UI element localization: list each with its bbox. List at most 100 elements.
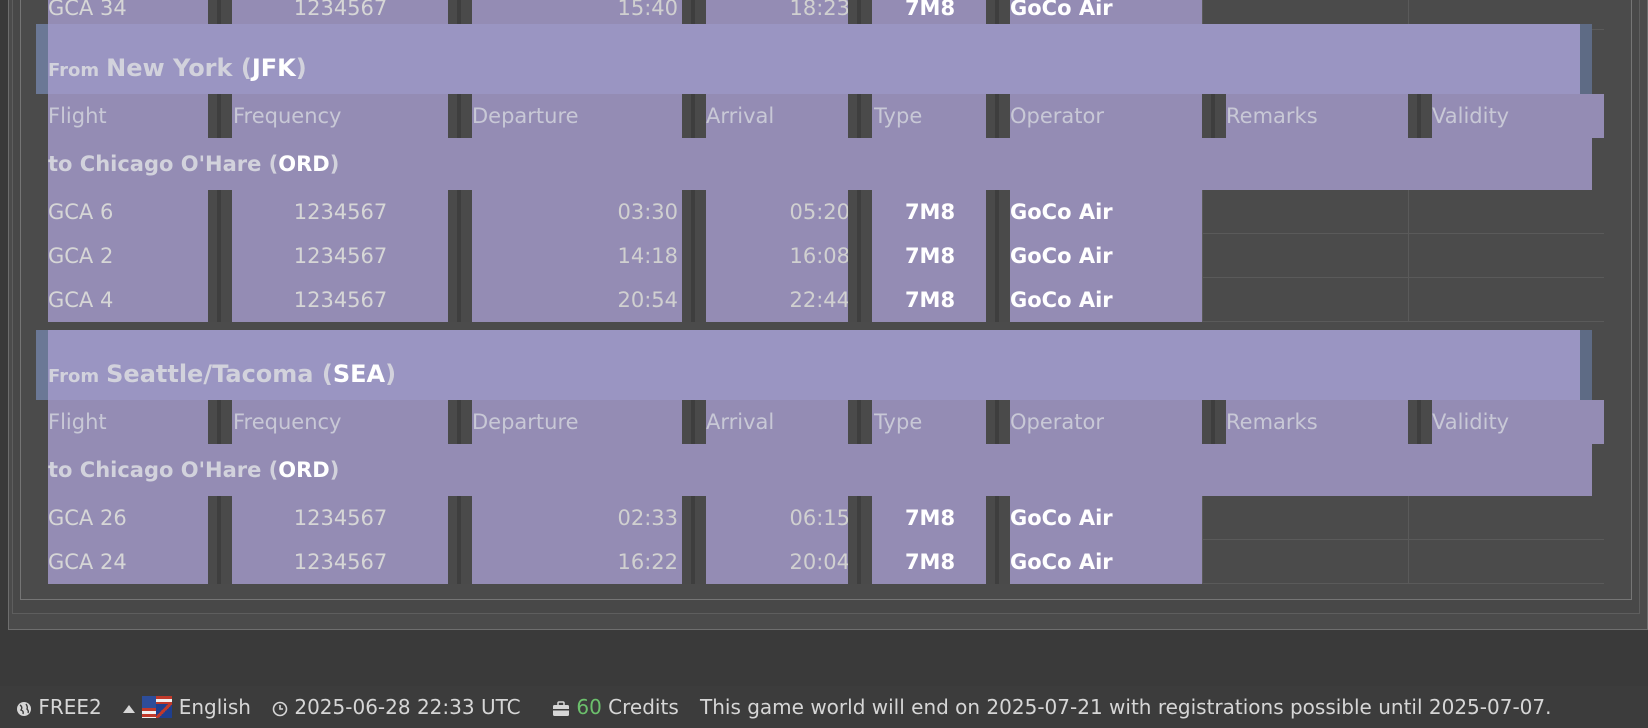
column-separator xyxy=(986,190,1010,234)
table-row[interactable]: GCA 2 1234567 14:18 16:08 7M8 GoCo Air xyxy=(48,234,1604,278)
briefcase-icon xyxy=(553,700,569,716)
column-separator[interactable] xyxy=(1202,400,1226,444)
frequency-cell: 1234567 xyxy=(293,200,388,224)
column-separator xyxy=(986,278,1010,322)
table-row[interactable]: GCA 4 1234567 20:54 22:44 7M8 GoCo Air xyxy=(48,278,1604,322)
language-selector[interactable]: English xyxy=(122,686,251,728)
column-separator[interactable] xyxy=(1202,94,1226,138)
frequency-cell: 1234567 xyxy=(293,244,388,268)
remarks-cell xyxy=(1202,234,1408,278)
column-separator[interactable] xyxy=(986,400,1010,444)
operator-cell: GoCo Air xyxy=(1010,550,1113,574)
column-header-flight[interactable]: Flight xyxy=(48,94,208,138)
column-separator[interactable] xyxy=(448,400,472,444)
column-header-remarks[interactable]: Remarks xyxy=(1226,400,1426,444)
operator-cell: GoCo Air xyxy=(1010,506,1113,530)
column-separator xyxy=(448,496,472,540)
departure-cell: 02:33 xyxy=(617,506,678,530)
flight-cell: GCA 4 xyxy=(48,288,114,312)
origin-header: From Seattle/Tacoma (SEA) xyxy=(48,330,1580,400)
clock-icon xyxy=(272,701,288,716)
column-separator xyxy=(986,234,1010,278)
status-bar: FREE2 English 2025-06-28 22:33 UTC 60 Cr… xyxy=(0,686,1648,728)
column-separator xyxy=(208,540,232,584)
validity-cell xyxy=(1408,234,1604,278)
column-separator xyxy=(448,540,472,584)
column-separator[interactable] xyxy=(448,94,472,138)
us-uk-flag-icon xyxy=(142,695,173,718)
language-label: English xyxy=(178,695,251,719)
credits-display[interactable]: 60 Credits xyxy=(552,686,679,728)
table-row[interactable]: GCA 24 1234567 16:22 20:04 7M8 GoCo Air xyxy=(48,540,1604,584)
arrival-cell: 22:44 xyxy=(789,288,850,312)
column-separator xyxy=(848,278,872,322)
column-header-validity[interactable]: Validity xyxy=(1432,400,1604,444)
table-row[interactable]: GCA 6 1234567 03:30 05:20 7M8 GoCo Air xyxy=(48,190,1604,234)
column-header-row: Flight Frequency Departure Arrival Type … xyxy=(48,94,1604,138)
column-separator xyxy=(448,234,472,278)
column-header-flight[interactable]: Flight xyxy=(48,400,208,444)
datetime-label: 2025-06-28 22:33 UTC xyxy=(294,695,521,719)
operator-cell: GoCo Air xyxy=(1010,200,1113,224)
column-separator xyxy=(682,496,706,540)
column-header-validity[interactable]: Validity xyxy=(1432,94,1604,138)
column-separator xyxy=(986,540,1010,584)
paren-close: ) xyxy=(295,54,307,82)
group-edge xyxy=(36,330,48,400)
column-header-frequency[interactable]: Frequency xyxy=(233,400,448,444)
destination-prefix: to xyxy=(48,152,73,176)
column-header-type[interactable]: Type xyxy=(874,400,986,444)
column-separator[interactable] xyxy=(1408,400,1432,444)
origin-city: New York xyxy=(106,54,233,82)
column-header-departure[interactable]: Departure xyxy=(472,94,682,138)
column-separator xyxy=(848,496,872,540)
column-separator xyxy=(848,540,872,584)
destination-title: to Chicago O'Hare (ORD) xyxy=(48,458,340,482)
validity-cell xyxy=(1408,190,1604,234)
destination-prefix: to xyxy=(48,458,73,482)
frequency-cell: 1234567 xyxy=(293,550,388,574)
app-window: GCA 34 1234567 15:40 18:23 7M8 GoCo Air … xyxy=(0,0,1648,728)
column-separator[interactable] xyxy=(682,94,706,138)
remarks-cell xyxy=(1202,278,1408,322)
frequency-cell: 1234567 xyxy=(293,288,388,312)
column-separator[interactable] xyxy=(1408,94,1432,138)
column-separator xyxy=(682,190,706,234)
column-header-operator[interactable]: Operator xyxy=(1010,400,1206,444)
world-end-message: This game world will end on 2025-07-21 w… xyxy=(700,695,1552,719)
remarks-cell xyxy=(1202,496,1408,540)
destination-title: to Chicago O'Hare (ORD) xyxy=(48,152,340,176)
column-separator xyxy=(682,234,706,278)
origin-title: From Seattle/Tacoma (SEA) xyxy=(48,360,396,388)
arrival-cell: 06:15 xyxy=(789,506,850,530)
paren-open: ( xyxy=(313,360,333,388)
world-indicator[interactable]: FREE2 xyxy=(16,686,102,728)
departure-cell: 14:18 xyxy=(617,244,678,268)
type-cell: 7M8 xyxy=(904,244,956,268)
destination-header: to Chicago O'Hare (ORD) xyxy=(48,444,1592,496)
column-separator[interactable] xyxy=(682,400,706,444)
origin-city: Seattle/Tacoma xyxy=(106,360,314,388)
flight-cell: GCA 2 xyxy=(48,244,114,268)
table-row[interactable]: GCA 26 1234567 02:33 06:15 7M8 GoCo Air xyxy=(48,496,1604,540)
column-separator xyxy=(208,190,232,234)
frequency-cell: 1234567 xyxy=(293,506,388,530)
destination-code: ORD xyxy=(278,458,330,482)
column-header-operator[interactable]: Operator xyxy=(1010,94,1206,138)
column-separator xyxy=(848,190,872,234)
destination-header: to Chicago O'Hare (ORD) xyxy=(48,138,1592,190)
validity-cell xyxy=(1408,278,1604,322)
origin-code: JFK xyxy=(251,54,296,82)
column-header-type[interactable]: Type xyxy=(874,94,986,138)
type-cell: 7M8 xyxy=(904,200,956,224)
column-separator[interactable] xyxy=(986,94,1010,138)
column-header-remarks[interactable]: Remarks xyxy=(1226,94,1426,138)
column-separator[interactable] xyxy=(208,400,232,444)
column-header-departure[interactable]: Departure xyxy=(472,400,682,444)
column-separator[interactable] xyxy=(848,94,872,138)
arrival-cell: 20:04 xyxy=(789,550,850,574)
column-separator[interactable] xyxy=(848,400,872,444)
column-separator[interactable] xyxy=(208,94,232,138)
column-separator xyxy=(986,496,1010,540)
column-header-frequency[interactable]: Frequency xyxy=(233,94,448,138)
